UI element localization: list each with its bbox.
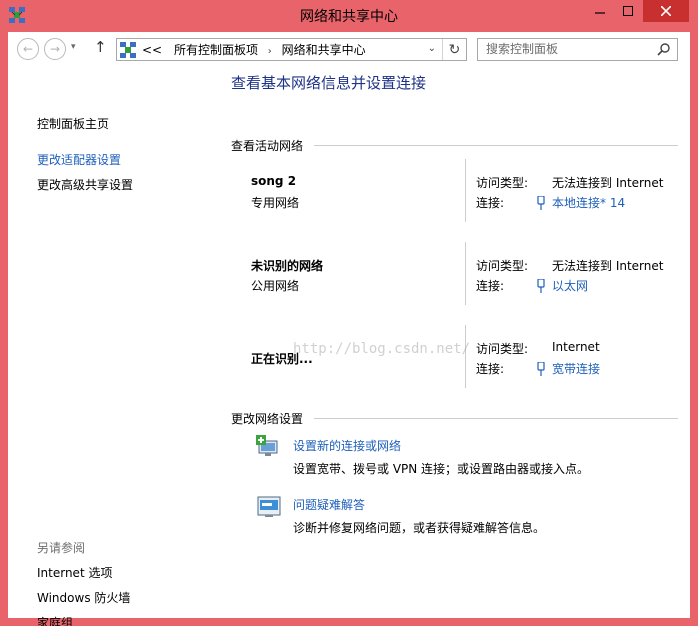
network-type-link[interactable]: 公用网络 [251,277,299,294]
navigation-bar: ← → ▾ ↑ << 所有控制面板项 › 网络和共享中心 ⌄ ↻ 搜索控制面板 [8,32,690,65]
connection-label: 连接: [476,196,505,210]
back-arrow-icon: ← [22,42,34,56]
breadcrumb: << 所有控制面板项 › 网络和共享中心 [142,41,366,58]
forward-arrow-icon: → [49,42,61,56]
back-button[interactable]: ← [17,38,39,60]
network-name: song 2 [251,174,297,188]
troubleshoot-link[interactable]: 问题疑难解答 [293,496,365,513]
refresh-icon: ↻ [448,41,461,58]
network-type-link[interactable]: 专用网络 [251,194,299,211]
maximize-button[interactable] [614,0,642,22]
divider [465,159,466,222]
active-networks-heading: 查看活动网络 [231,139,304,153]
address-dropdown-icon[interactable]: ⌄ [428,43,436,54]
close-button[interactable] [643,0,689,22]
connection-label: 连接: [476,279,505,293]
divider [314,418,678,419]
address-bar[interactable]: << 所有控制面板项 › 网络和共享中心 ⌄ ↻ [116,38,467,61]
access-type-label: 访问类型: [476,259,529,273]
breadcrumb-prefix[interactable]: << [142,43,162,57]
up-arrow-icon[interactable]: ↑ [94,38,107,56]
plug-icon [537,278,545,293]
connection-name[interactable]: 以太网 [552,277,588,294]
access-type-value: 无法连接到 Internet [552,176,664,190]
page-title: 查看基本网络信息并设置连接 [231,74,427,92]
plug-icon [537,195,545,210]
see-also-windows-firewall[interactable]: Windows 防火墙 [37,589,130,606]
setup-new-connection-link[interactable]: 设置新的连接或网络 [293,437,401,454]
sidebar-change-advanced-sharing[interactable]: 更改高级共享设置 [37,176,133,193]
connection-name[interactable]: 本地连接* 14 [552,194,625,211]
control-panel-icon [120,41,136,58]
troubleshoot-icon[interactable] [256,495,282,519]
see-also-heading: 另请参阅 [37,541,86,555]
access-type-label: 访问类型: [476,342,529,356]
see-also-internet-options[interactable]: Internet 选项 [37,564,112,581]
watermark: http://blog.csdn.net/ [293,341,471,357]
network-name: 未识别的网络 [251,259,324,273]
troubleshoot-description: 诊断并修复网络问题，或者获得疑难解答信息。 [293,521,546,535]
connection-label: 连接: [476,362,505,376]
plug-icon [537,361,545,376]
search-box[interactable] [477,38,678,61]
title-bar[interactable]: 网络和共享中心 [0,0,698,32]
refresh-button[interactable]: ↻ [442,39,466,60]
access-type-value: Internet [552,340,600,354]
see-also-homegroup[interactable]: 家庭组 [37,614,73,626]
search-icon[interactable] [657,42,671,56]
minimize-button[interactable] [586,0,614,22]
maximize-icon [623,6,633,16]
connection-link[interactable]: 以太网 [536,277,588,294]
new-connection-icon[interactable] [256,435,282,459]
connection-name[interactable]: 宽带连接 [552,360,600,377]
recent-locations-dropdown[interactable]: ▾ [71,42,76,52]
sidebar-control-panel-home[interactable]: 控制面板主页 [37,115,109,132]
breadcrumb-item-all-items[interactable]: 所有控制面板项 [174,43,258,57]
client-area: ← → ▾ ↑ << 所有控制面板项 › 网络和共享中心 ⌄ ↻ 搜索控制面板 … [8,32,690,626]
connection-link[interactable]: 本地连接* 14 [536,194,625,211]
breadcrumb-separator-icon[interactable]: › [268,46,272,57]
search-input[interactable] [486,42,646,56]
setup-new-connection-description: 设置宽带、拨号或 VPN 连接；或设置路由器或接入点。 [293,462,590,476]
forward-button[interactable]: → [44,38,66,60]
sidebar: 控制面板主页 更改适配器设置 更改高级共享设置 另请参阅 Internet 选项… [8,65,220,626]
divider [465,242,466,305]
sidebar-change-adapter-settings[interactable]: 更改适配器设置 [37,151,121,168]
close-icon [661,6,671,16]
window: 网络和共享中心 ← → ▾ ↑ << 所有控制面板项 › 网络和共享中心 ⌄ ↻… [0,0,698,626]
minimize-icon [595,12,605,14]
change-settings-heading: 更改网络设置 [231,412,304,426]
connection-link[interactable]: 宽带连接 [536,360,600,377]
breadcrumb-item-current[interactable]: 网络和共享中心 [282,43,366,57]
access-type-label: 访问类型: [476,176,529,190]
main-panel: 查看基本网络信息并设置连接 查看活动网络 song 2 专用网络 访问类型: 无… [220,65,690,618]
access-type-value: 无法连接到 Internet [552,259,664,273]
divider [314,145,678,146]
